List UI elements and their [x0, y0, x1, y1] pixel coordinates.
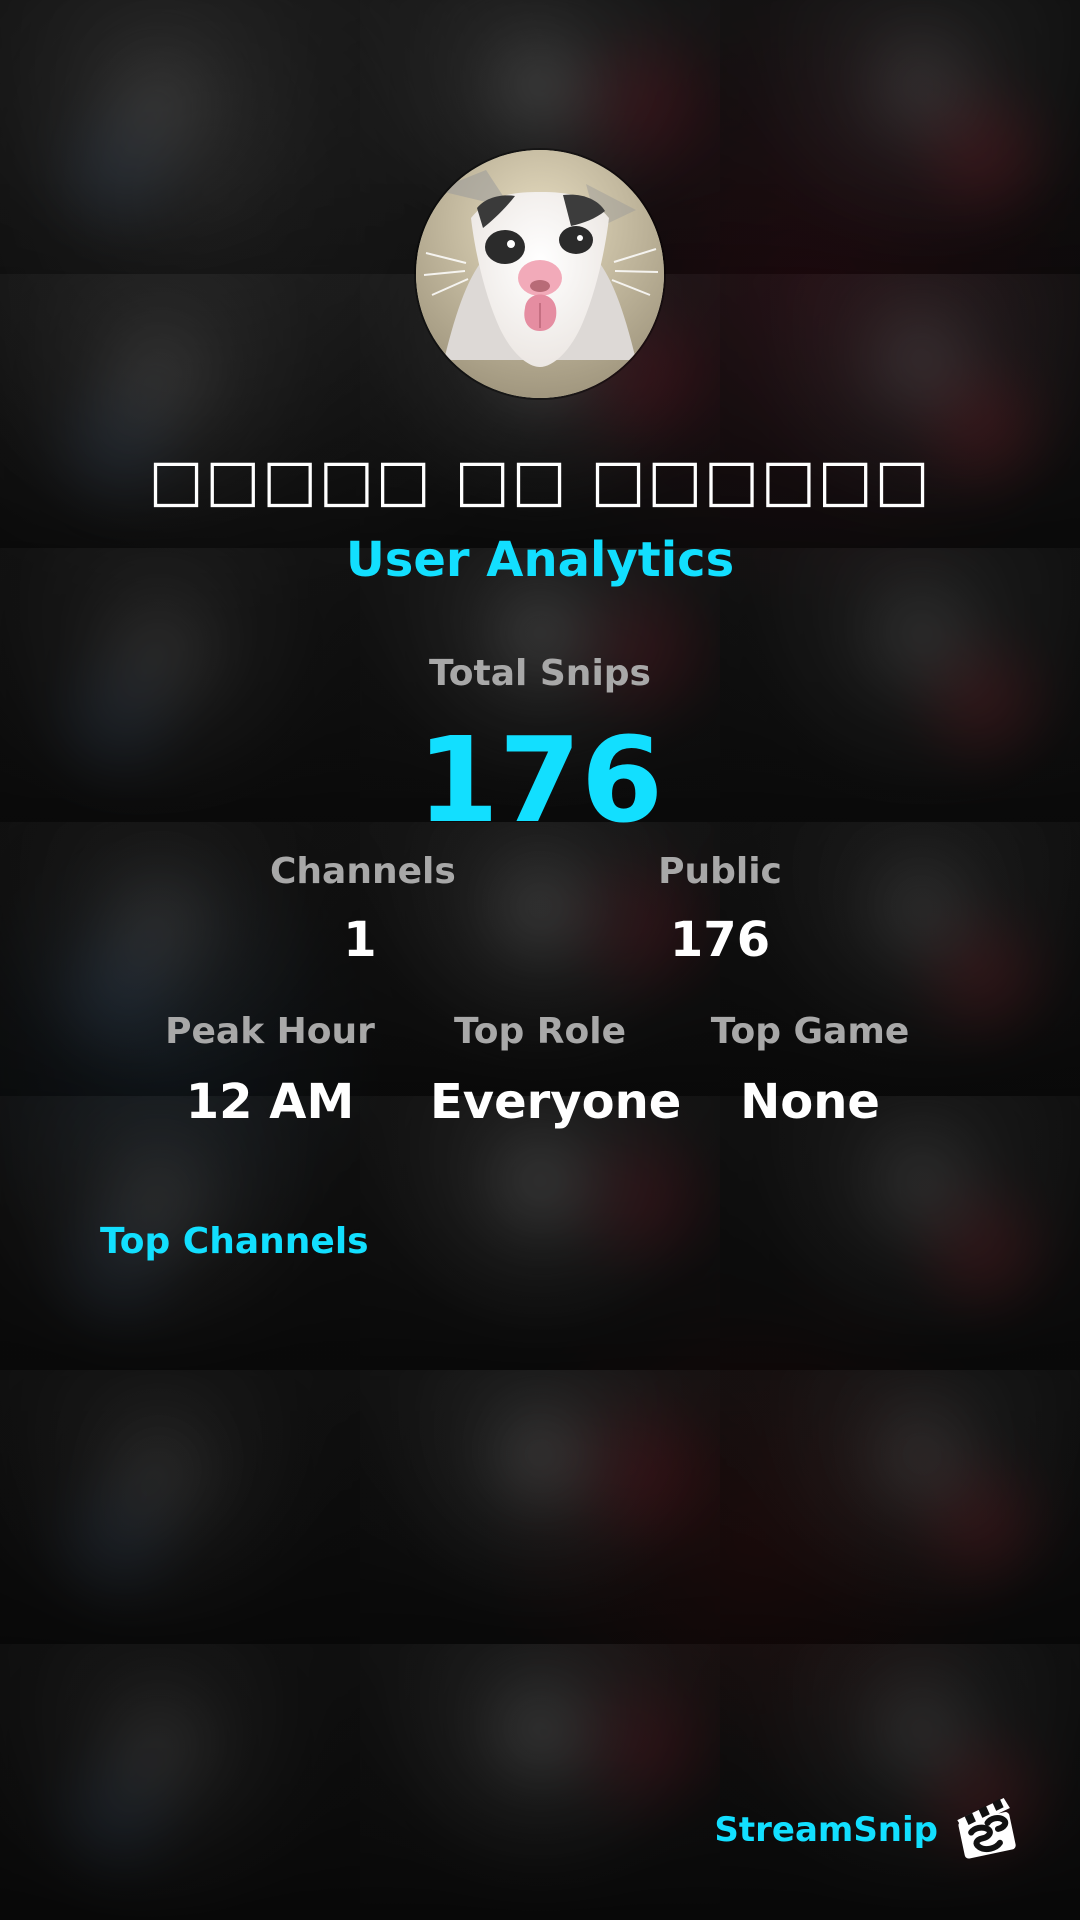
clapperboard-logo-icon: [957, 1798, 1016, 1859]
avatar: [416, 150, 664, 398]
top-game-stat: Top Game None: [700, 1010, 920, 1130]
top-role-value: Everyone: [430, 1074, 682, 1130]
channels-value: 1: [343, 912, 377, 968]
total-snips-label: Total Snips: [429, 653, 651, 694]
top-game-label: Top Game: [710, 1011, 910, 1052]
analytics-screen: □□□□□ □□ □□□□□□ User Analytics Total Sni…: [0, 0, 1080, 1920]
display-name: □□□□□ □□ □□□□□□: [148, 446, 932, 514]
public-value: 176: [669, 912, 771, 968]
public-label: Public: [658, 851, 782, 892]
cat-avatar-icon: [416, 150, 664, 398]
channels-label: Channels: [270, 851, 456, 892]
peak-hour-value: 12 AM: [185, 1074, 355, 1130]
secondary-stats-row: Peak Hour 12 AM Top Role Everyone Top Ga…: [160, 1010, 920, 1140]
total-snips-value: 176: [416, 711, 664, 849]
top-game-value: None: [740, 1074, 880, 1130]
brand-footer: StreamSnip: [714, 1792, 1026, 1868]
top-role-stat: Top Role Everyone: [430, 1010, 682, 1130]
channels-stat: Channels 1: [270, 850, 456, 968]
top-channels-heading: Top Channels: [100, 1221, 369, 1262]
peak-hour-stat: Peak Hour 12 AM: [160, 1010, 380, 1130]
top-role-label: Top Role: [453, 1011, 627, 1052]
peak-hour-label: Peak Hour: [165, 1011, 375, 1052]
page-subtitle: User Analytics: [345, 532, 735, 588]
primary-stats-row: Channels 1 Public 176: [180, 850, 900, 970]
public-stat: Public 176: [630, 850, 810, 968]
brand-name: StreamSnip: [714, 1810, 938, 1850]
analytics-content: □□□□□ □□ □□□□□□ User Analytics Total Sni…: [0, 0, 1080, 1920]
